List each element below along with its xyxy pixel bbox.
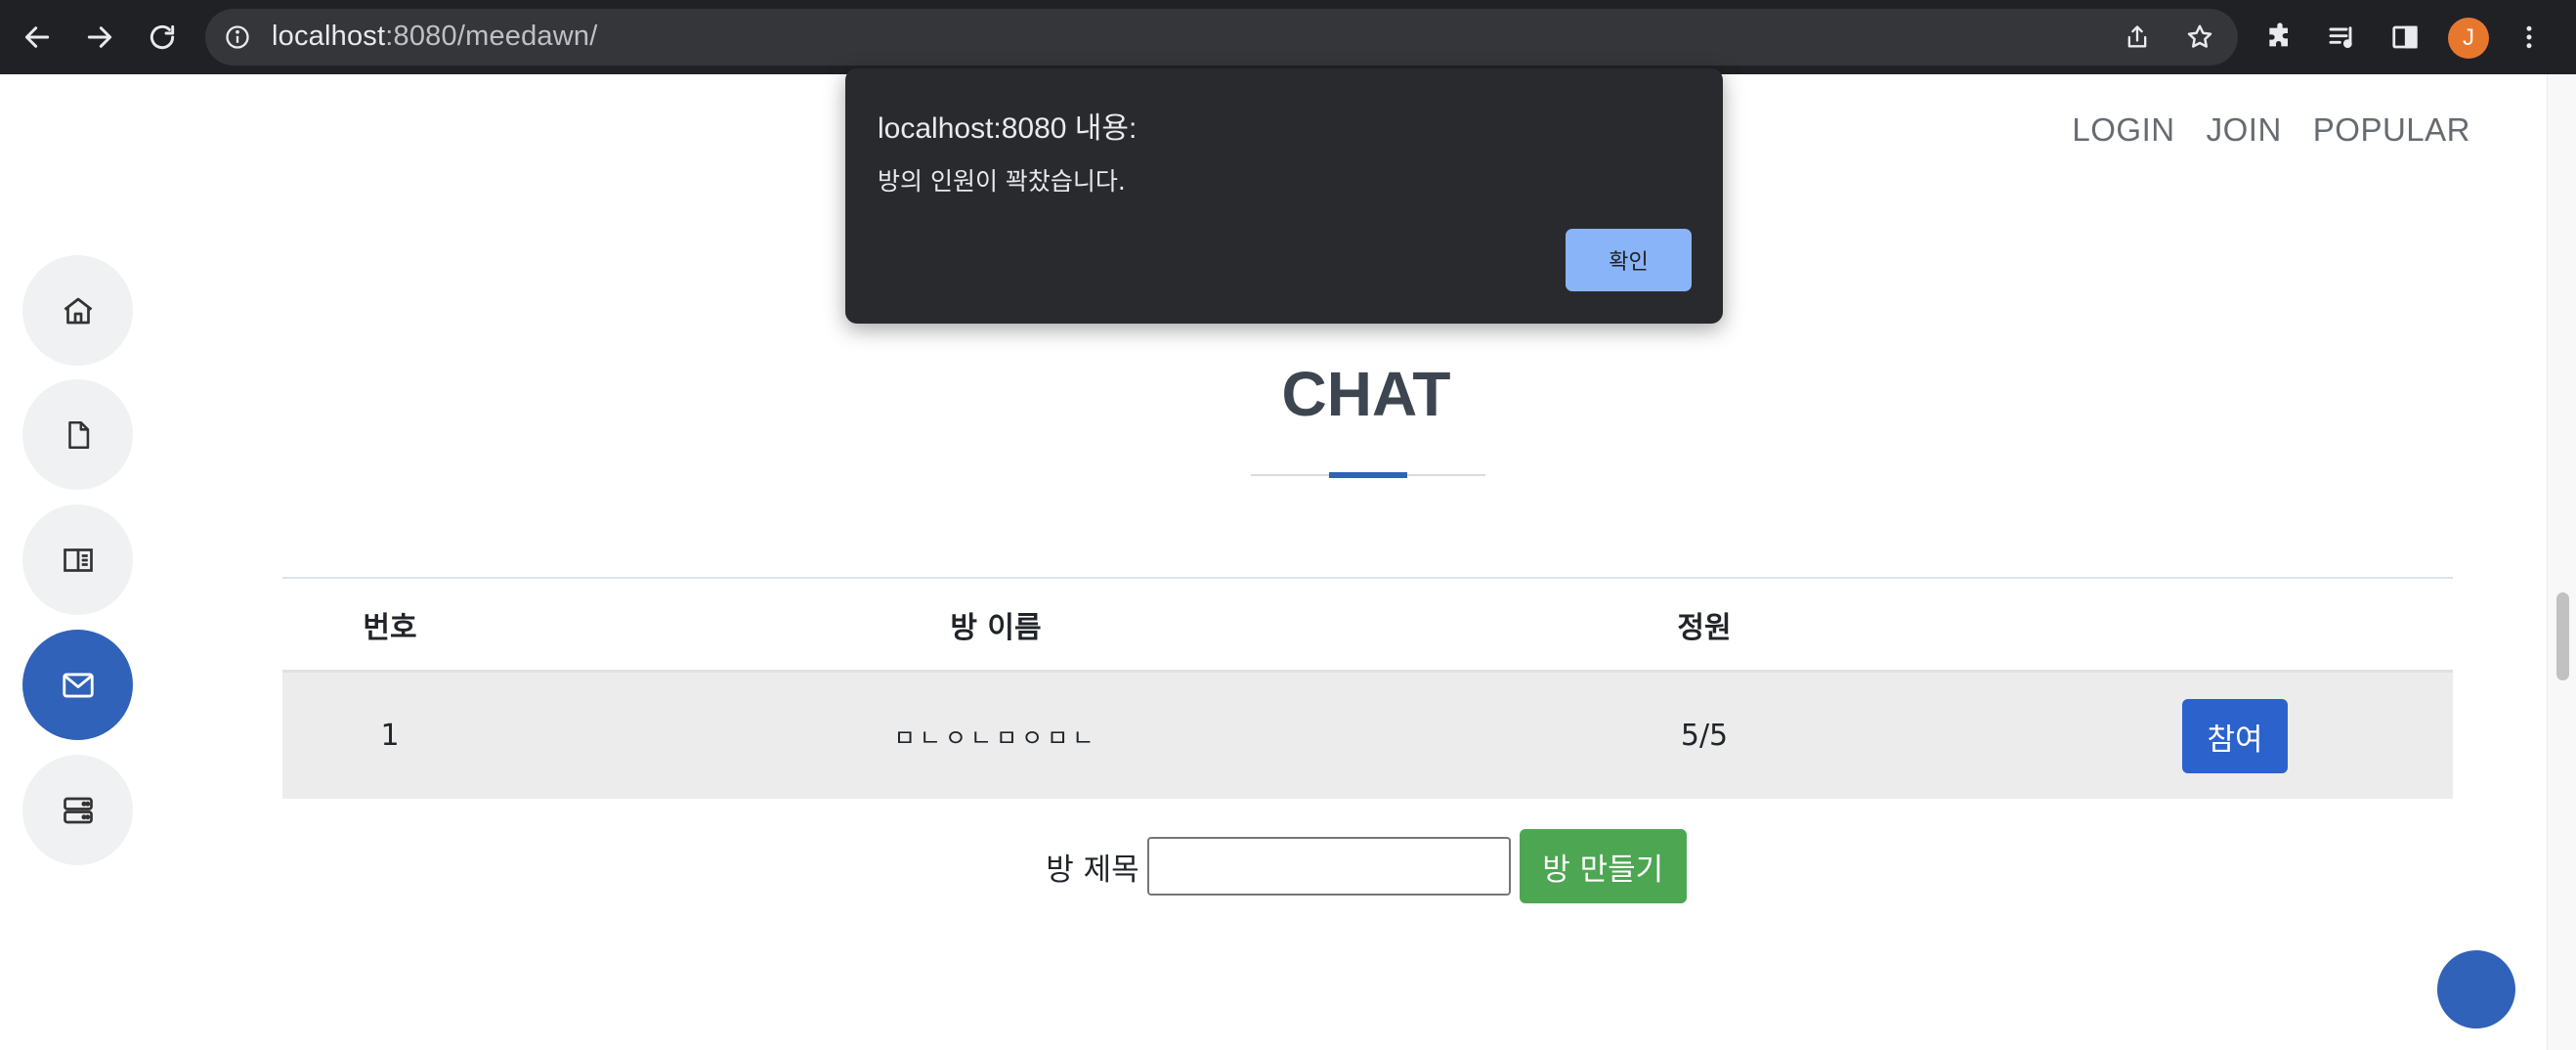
- sidebar-book-button[interactable]: [22, 504, 133, 615]
- mail-icon: [62, 672, 94, 698]
- dialog-message: 방의 인원이 꽉찼습니다.: [878, 167, 1126, 196]
- nav-join[interactable]: JOIN: [2207, 111, 2282, 149]
- page-scrollbar[interactable]: [2547, 74, 2576, 1050]
- url-text: localhost:8080/meedawn/: [272, 21, 598, 52]
- site-info-icon[interactable]: [221, 21, 254, 54]
- join-room-button[interactable]: 참여: [2182, 699, 2288, 773]
- forward-icon[interactable]: [78, 16, 121, 59]
- alert-dialog: localhost:8080 내용: 방의 인원이 꽉찼습니다. 확인: [845, 68, 1723, 324]
- top-nav: LOGIN JOIN POPULAR: [2072, 111, 2470, 149]
- header-room-name: 방 이름: [950, 610, 1042, 645]
- header-number: 번호: [363, 610, 417, 645]
- sidebar-home-button[interactable]: [22, 255, 133, 366]
- chat-room-table: 번호 방 이름 정원 1 ㅁㄴㅇㄴㅁㅇㅁㄴ 5/5 참여: [282, 577, 2453, 799]
- share-icon[interactable]: [2121, 21, 2154, 54]
- sidebar-mail-button[interactable]: [22, 630, 133, 740]
- nav-login[interactable]: LOGIN: [2072, 111, 2174, 149]
- header-action: [1914, 579, 2453, 670]
- table-header: 번호 방 이름 정원: [282, 577, 2453, 673]
- dialog-ok-button[interactable]: 확인: [1566, 229, 1692, 291]
- row-capacity: 5/5: [1680, 719, 1729, 753]
- nav-popular[interactable]: POPULAR: [2313, 111, 2470, 149]
- scrollbar-thumb[interactable]: [2556, 592, 2569, 680]
- bookmark-star-icon[interactable]: [2183, 21, 2216, 54]
- back-icon[interactable]: [16, 16, 59, 59]
- row-number: 1: [380, 719, 400, 753]
- more-menu-icon[interactable]: [2510, 18, 2549, 57]
- header-capacity: 정원: [1677, 610, 1732, 645]
- title-accent-bar: [1329, 472, 1407, 478]
- side-panel-icon[interactable]: [2385, 18, 2425, 57]
- create-room-form: 방 제목 방 만들기: [0, 829, 2576, 903]
- profile-avatar[interactable]: J: [2448, 18, 2489, 59]
- room-title-input[interactable]: [1146, 837, 1511, 896]
- create-room-button[interactable]: 방 만들기: [1519, 829, 1687, 903]
- reload-icon[interactable]: [141, 16, 184, 59]
- table-row: 1 ㅁㄴㅇㄴㅁㅇㅁㄴ 5/5 참여: [282, 673, 2453, 799]
- address-bar[interactable]: localhost:8080/meedawn/: [205, 9, 2238, 66]
- browser-toolbar: localhost:8080/meedawn/ J: [0, 0, 2576, 74]
- media-queue-icon[interactable]: [2323, 18, 2362, 57]
- extensions-icon[interactable]: [2260, 18, 2299, 57]
- floating-action-button[interactable]: [2437, 950, 2515, 1028]
- home-icon: [64, 297, 92, 324]
- dialog-title: localhost:8080 내용:: [878, 112, 1138, 145]
- section-title: CHAT: [1281, 359, 1451, 429]
- server-icon: [63, 797, 93, 823]
- book-icon: [63, 547, 93, 572]
- row-room-name: ㅁㄴㅇㄴㅁㅇㅁㄴ: [893, 724, 1098, 752]
- room-title-label: 방 제목: [1046, 852, 1139, 888]
